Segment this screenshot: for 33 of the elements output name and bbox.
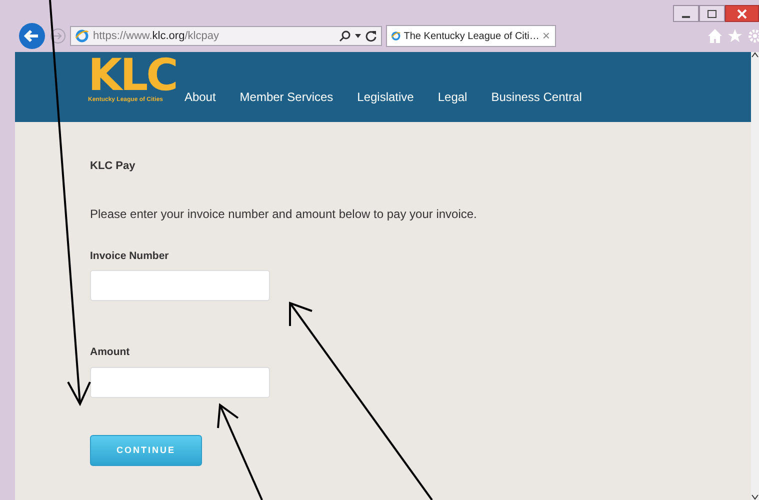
forward-icon[interactable] <box>50 28 66 44</box>
tab-close-button[interactable]: × <box>542 26 550 46</box>
tab-title: The Kentucky League of Citi… <box>404 30 540 44</box>
browser-icon <box>75 29 89 43</box>
refresh-icon[interactable] <box>365 30 377 42</box>
scrollbar[interactable] <box>751 52 759 500</box>
browser-tab[interactable]: The Kentucky League of Citi… × <box>386 25 556 47</box>
nav-link[interactable]: Business Central <box>491 90 582 104</box>
browser-icon <box>391 29 401 43</box>
maximize-icon <box>707 10 717 18</box>
close-icon <box>737 8 747 18</box>
nav-link[interactable]: Legislative <box>357 90 414 104</box>
input-field[interactable] <box>90 367 270 398</box>
scroll-up-icon[interactable] <box>751 52 759 58</box>
nav-link[interactable]: Member Services <box>240 90 334 104</box>
dropdown-icon[interactable] <box>355 34 361 38</box>
field-label: Invoice Number <box>90 248 170 264</box>
maximize-button[interactable] <box>699 5 725 22</box>
field-label: Amount <box>90 345 131 360</box>
close-button[interactable] <box>725 5 759 22</box>
instruction-text: Please enter your invoice number and amount below to pay your invoice. <box>90 206 478 222</box>
back-icon[interactable] <box>18 22 46 50</box>
address-field[interactable]: https://www.klc.org/klcpay <box>70 26 382 46</box>
scroll-down-icon[interactable] <box>751 494 759 500</box>
page-heading: KLC Pay <box>90 159 136 174</box>
search-icon[interactable] <box>339 30 351 42</box>
input-field[interactable] <box>90 270 270 302</box>
star-icon[interactable] <box>727 28 743 44</box>
url-text: https://www.klc.org/klcpay <box>93 28 220 44</box>
minimize-button[interactable] <box>673 5 699 22</box>
nav-link[interactable]: About <box>184 90 216 104</box>
minimize-icon <box>682 16 690 18</box>
nav-link[interactable]: Legal <box>438 90 468 104</box>
